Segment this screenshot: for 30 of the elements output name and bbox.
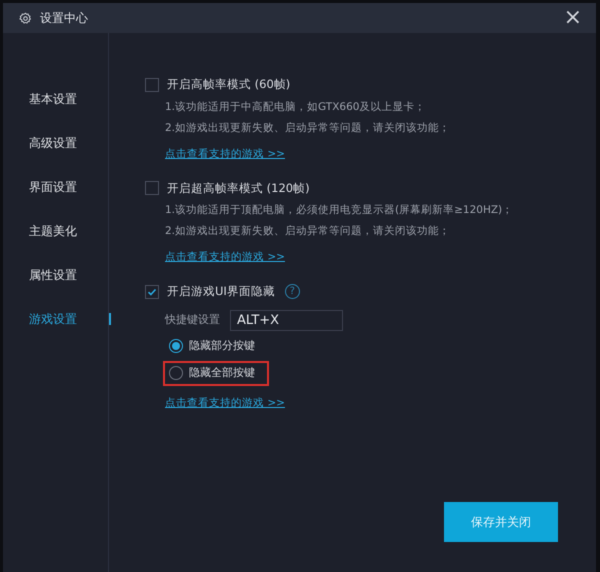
checkbox-label: 开启超高帧率模式 (120帧) xyxy=(167,180,310,197)
description-text: 2.如游戏出现更新失败、启动异常等问题，请关闭该功能； xyxy=(164,120,452,136)
sidebar-item[interactable]: 属性设置 xyxy=(3,253,108,297)
sidebar-item[interactable]: 游戏设置 xyxy=(3,297,108,341)
checkbox[interactable] xyxy=(145,78,159,92)
description-text: 2.如游戏出现更新失败、启动异常等问题，请关闭该功能； xyxy=(164,224,452,239)
checkbox-label: 开启游戏UI界面隐藏 xyxy=(167,282,275,300)
games-link[interactable]: 点击查看支持的游戏 >> xyxy=(145,146,285,162)
checkmark-icon xyxy=(147,286,157,296)
radio-button[interactable] xyxy=(169,338,183,353)
shortcut-field[interactable]: ALT+X xyxy=(230,310,343,330)
games-link[interactable]: 点击查看支持的游戏 >> xyxy=(145,250,285,266)
sidebar-item[interactable]: 高级设置 xyxy=(3,121,108,165)
sidebar-item[interactable]: 基本设置 xyxy=(3,77,108,121)
games-link[interactable]: 点击查看支持的游戏 >> xyxy=(145,396,285,412)
help-icon[interactable]: ? xyxy=(284,284,300,299)
description-text: 1.该功能适用于中高配电脑，如GTX660及以上显卡； xyxy=(164,100,426,115)
sidebar-item[interactable]: 界面设置 xyxy=(3,165,108,209)
checkbox[interactable] xyxy=(145,284,159,298)
radio-button[interactable] xyxy=(169,366,183,380)
radio-label: 隐藏部分按键 xyxy=(189,338,255,354)
checkbox-label: 开启高帧率模式 (60帧) xyxy=(167,76,290,94)
description-text: 1.该功能适用于顶配电脑，必须使用电竞显示器(屏幕刷新率≥120HZ)； xyxy=(164,203,514,218)
checkbox[interactable] xyxy=(145,181,159,196)
shortcut-label: 快捷键设置 xyxy=(165,312,220,328)
radio-label: 隐藏全部按键 xyxy=(189,365,255,381)
window-title: 设置中心 xyxy=(40,10,88,27)
sidebar-item[interactable]: 主题美化 xyxy=(3,209,108,253)
gear-icon xyxy=(19,12,32,24)
close-button[interactable]: × xyxy=(560,7,586,29)
